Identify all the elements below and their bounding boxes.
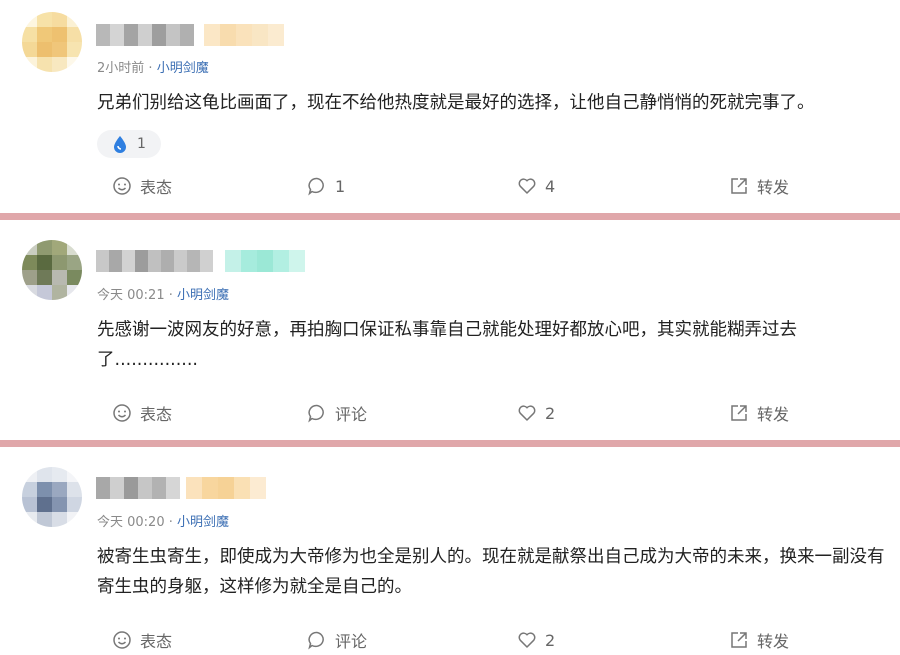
emoji-icon [113,404,131,422]
heart-icon [518,405,536,421]
username-blurred[interactable] [96,250,305,272]
comment-text: 先感谢一波网友的好意，再拍胸口保证私事靠自己就能处理好都放心吧，其实就能糊弄过去… [97,320,797,370]
heart-icon [518,178,536,194]
action-bar: 表态 1 4 转发 [0,174,900,198]
share-button[interactable]: 转发 [729,401,789,425]
source-link[interactable]: 小明剑魔 [157,61,209,76]
share-icon [731,178,747,194]
share-label: 转发 [757,178,790,197]
source-link[interactable]: 小明剑魔 [177,515,229,530]
reaction-pill[interactable]: 1 [97,130,161,158]
comment-divider [0,213,900,220]
comment-icon [308,177,324,196]
react-label: 表态 [140,632,173,651]
timestamp: 今天 00:21 [97,288,165,303]
avatar[interactable] [22,240,82,300]
like-button[interactable]: 4 [517,174,555,198]
like-button[interactable]: 2 [517,628,555,652]
share-label: 转发 [757,632,790,651]
react-label: 表态 [140,178,173,197]
comment-icon [308,404,324,423]
avatar[interactable] [22,467,82,527]
like-count: 2 [545,403,556,423]
comment-icon [308,631,324,650]
comment-item: 2小时前 · 小明剑魔 兄弟们别给这龟比画面了，现在不给他热度就是最好的选择，让… [0,0,900,213]
username-blurred[interactable] [96,24,284,46]
action-bar: 表态 评论 2 转发 [0,401,900,425]
source-link[interactable]: 小明剑魔 [177,288,229,303]
comment-button[interactable]: 评论 [307,628,367,652]
react-label: 表态 [140,405,173,424]
comment-text: 兄弟们别给这龟比画面了，现在不给他热度就是最好的选择，让他自己静悄悄的死就完事了… [97,93,815,113]
heart-icon [518,632,536,648]
share-icon [731,632,747,648]
share-label: 转发 [757,405,790,424]
comment-text: 被寄生虫寄生，即使成为大帝修为也全是别人的。现在就是献祭出自己成为大帝的未来，换… [97,547,885,597]
timestamp: 2小时前 [97,61,145,76]
timestamp: 今天 00:20 [97,515,165,530]
comment-button[interactable]: 评论 [307,401,367,425]
share-icon [731,405,747,421]
share-button[interactable]: 转发 [729,628,789,652]
comment-button[interactable]: 1 [307,174,345,198]
react-button[interactable]: 表态 [112,628,172,652]
share-button[interactable]: 转发 [729,174,789,198]
comment-label: 评论 [335,405,368,424]
water-drop-icon [114,136,126,153]
comment-meta: 今天 00:20 · 小明剑魔 [97,515,230,530]
comment-meta: 今天 00:21 · 小明剑魔 [97,288,230,303]
like-count: 2 [545,630,556,650]
comment-count: 1 [335,176,346,196]
avatar[interactable] [22,12,82,72]
comment-item: 今天 00:21 · 小明剑魔 先感谢一波网友的好意，再拍胸口保证私事靠自己就能… [0,220,900,440]
react-button[interactable]: 表态 [112,174,172,198]
like-button[interactable]: 2 [517,401,555,425]
react-button[interactable]: 表态 [112,401,172,425]
comment-divider [0,440,900,447]
comment-item: 今天 00:20 · 小明剑魔 被寄生虫寄生，即使成为大帝修为也全是别人的。现在… [0,447,900,655]
reaction-count: 1 [137,136,146,152]
comment-label: 评论 [335,632,368,651]
comment-meta: 2小时前 · 小明剑魔 [97,61,209,76]
emoji-icon [113,177,131,195]
action-bar: 表态 评论 2 转发 [0,628,900,652]
like-count: 4 [545,176,556,196]
emoji-icon [113,631,131,649]
username-blurred[interactable] [96,477,266,499]
